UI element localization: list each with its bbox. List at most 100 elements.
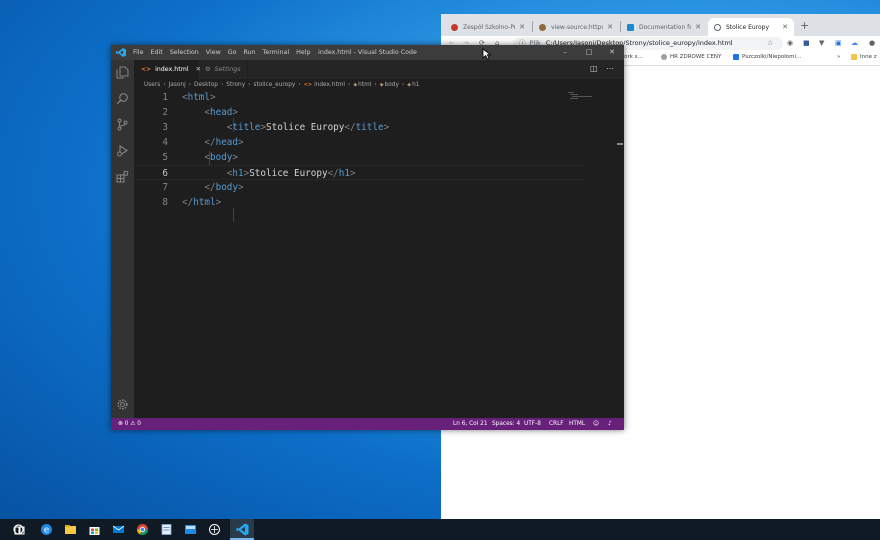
vscode-taskbar-icon[interactable]: [236, 523, 249, 536]
cursor-position[interactable]: Ln 6, Col 21: [453, 418, 488, 430]
notepad-icon[interactable]: [160, 523, 173, 536]
breadcrumb-item[interactable]: body: [385, 82, 399, 88]
code-text: <title>Stolice Europy</title>: [226, 122, 390, 133]
feedback-icon[interactable]: ☺: [593, 418, 599, 430]
menu-terminal[interactable]: Terminal: [263, 49, 290, 56]
code-line[interactable]: 7 </body>: [134, 180, 624, 195]
menu-run[interactable]: Run: [243, 49, 255, 56]
code-line[interactable]: 2 <head>: [134, 105, 624, 120]
chrome-tab-view-source[interactable]: view-source:https:// ✕: [533, 18, 619, 36]
mail-icon[interactable]: [112, 523, 125, 536]
problems-indicator[interactable]: ⊗ 0 ⚠ 0: [118, 418, 141, 430]
code-text: </body>: [204, 182, 244, 193]
menu-edit[interactable]: Edit: [151, 49, 163, 56]
breadcrumb-item[interactable]: index.html: [314, 82, 345, 88]
chrome-icon[interactable]: [136, 523, 149, 536]
svg-text:e: e: [44, 526, 50, 536]
site-favicon-icon: [539, 23, 546, 31]
eol-setting[interactable]: CRLF: [549, 418, 564, 430]
line-number: 2: [162, 107, 168, 118]
code-line[interactable]: 8 </html>: [134, 195, 624, 210]
code-text: <head>: [204, 107, 238, 118]
menu-selection[interactable]: Selection: [170, 49, 199, 56]
new-tab-button[interactable]: +: [800, 19, 809, 32]
filter-icon[interactable]: ▼: [819, 39, 824, 48]
breadcrumb: Users › Jasonj › Desktop › Strony › stolice_…: [134, 79, 624, 90]
breadcrumb-item[interactable]: html: [358, 82, 371, 88]
chevron-right-icon: ›: [188, 81, 192, 88]
code-text: </html>: [182, 197, 222, 208]
menu-file[interactable]: File: [133, 49, 144, 56]
breadcrumb-item[interactable]: Jasonj: [169, 82, 186, 88]
indentation-setting[interactable]: Spaces: 4: [492, 418, 520, 430]
microsoft-store-icon[interactable]: [88, 523, 101, 536]
explorer-icon[interactable]: [116, 66, 129, 79]
breadcrumb-item[interactable]: Desktop: [194, 82, 218, 88]
code-editor[interactable]: 1 <html> 2 <head> 3 <title>Stolice Europy</…: [134, 90, 624, 418]
profile-avatar-icon[interactable]: ●: [869, 39, 875, 48]
tab-close-icon[interactable]: ✕: [607, 23, 613, 31]
screenshot-icon[interactable]: ▣: [835, 39, 842, 48]
language-mode[interactable]: HTML: [569, 418, 585, 430]
source-control-icon[interactable]: [116, 118, 129, 131]
breadcrumb-item[interactable]: h1: [412, 82, 419, 88]
tab-close-icon[interactable]: ✕: [519, 23, 525, 31]
tab-index-html[interactable]: <> index.html ✕: [134, 60, 201, 79]
manage-gear-icon[interactable]: [116, 398, 129, 411]
chrome-tab-bar: Zespół Szkolno-Przedszkolny ✕ view-sourc…: [441, 14, 880, 36]
chrome-tab-zspp[interactable]: Zespół Szkolno-Przedszkolny ✕: [445, 18, 531, 36]
code-line[interactable]: 1 <html>: [134, 90, 624, 105]
notifications-bell-icon[interactable]: ♪: [608, 418, 612, 430]
search-icon[interactable]: [116, 92, 129, 105]
chrome-tab-documentation[interactable]: Documentation for ✕: [621, 18, 707, 36]
menu-bar: File Edit Selection View Go Run Terminal…: [133, 45, 318, 60]
bookmarks-overflow[interactable]: »: [837, 54, 840, 60]
line-number: 8: [162, 197, 168, 208]
menu-help[interactable]: Help: [296, 49, 310, 56]
bookmark-pszczolki[interactable]: Pszczolki/Niepołomi...: [733, 54, 801, 60]
run-debug-icon[interactable]: [116, 144, 129, 157]
task-view-icon[interactable]: [14, 524, 25, 537]
encoding-setting[interactable]: UTF-8: [524, 418, 541, 430]
extensions-icon[interactable]: [116, 170, 129, 183]
line-number: 7: [162, 182, 168, 193]
split-editor-icon[interactable]: ◫: [590, 64, 598, 74]
edge-browser-icon[interactable]: e: [40, 523, 53, 536]
chevron-right-icon: ›: [401, 81, 405, 88]
menu-view[interactable]: View: [206, 49, 221, 56]
bookmark-other[interactable]: Inne z: [851, 54, 877, 60]
chrome-tab-stolice-europy[interactable]: Stolice Europy ✕: [708, 18, 794, 36]
menu-go[interactable]: Go: [228, 49, 237, 56]
site-favicon-icon: [451, 23, 458, 31]
bookmark-star-icon[interactable]: ☆: [767, 39, 773, 48]
tab-close-icon[interactable]: ✕: [695, 23, 701, 31]
tab-close-icon[interactable]: ✕: [782, 23, 788, 31]
breadcrumb-item[interactable]: stolice_europy: [253, 82, 295, 88]
breadcrumb-item[interactable]: Strony: [226, 82, 245, 88]
title-bar[interactable]: File Edit Selection View Go Run Terminal…: [111, 45, 624, 60]
editor-app-icon[interactable]: [184, 523, 197, 536]
code-line[interactable]: 5 <body>: [134, 150, 624, 165]
gear-icon: ⚙: [205, 66, 211, 73]
code-line[interactable]: 4 </head>: [134, 135, 624, 150]
code-line[interactable]: 3 <title>Stolice Europy</title>: [134, 120, 624, 135]
minimize-button[interactable]: –: [553, 45, 577, 60]
facebook-icon[interactable]: ■: [803, 39, 810, 48]
status-bar: ⊗ 0 ⚠ 0 Ln 6, Col 21 Spaces: 4 UTF-8 CRL…: [111, 418, 624, 430]
cloud-icon[interactable]: ☁: [851, 39, 858, 48]
tab-settings[interactable]: ⚙ Settings: [198, 60, 249, 79]
gimp-like-icon[interactable]: [208, 523, 221, 536]
line-number: 4: [162, 137, 168, 148]
breadcrumb-item[interactable]: Users: [144, 82, 160, 88]
line-number: 6: [162, 168, 168, 179]
close-button[interactable]: ✕: [600, 45, 624, 60]
file-explorer-icon[interactable]: [64, 523, 77, 536]
more-actions-icon[interactable]: ⋯: [606, 64, 614, 74]
bookmark-hr-zdrowe-ceny[interactable]: HR ZDROWE CENY: [661, 54, 721, 60]
chevron-right-icon: ›: [298, 81, 301, 88]
vscode-window: File Edit Selection View Go Run Terminal…: [111, 45, 624, 430]
maximize-button[interactable]: □: [577, 45, 601, 60]
code-line[interactable]: 6 <h1>Stolice Europy</h1>: [134, 165, 584, 180]
code-text: <h1>Stolice Europy</h1>: [226, 168, 356, 179]
extension-icon[interactable]: ◉: [787, 39, 793, 48]
